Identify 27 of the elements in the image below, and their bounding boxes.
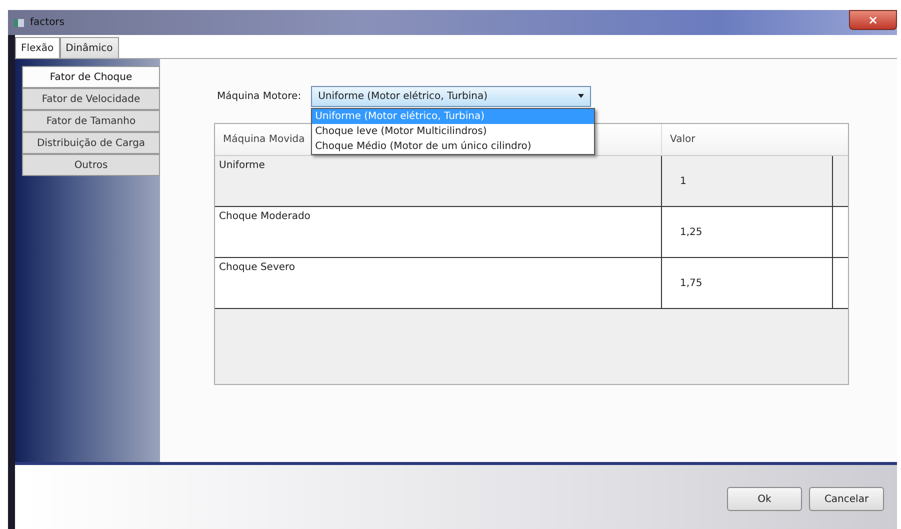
window-icon [14,18,24,26]
sidebar-item[interactable]: Fator de Velocidade [22,88,160,110]
table-cell: 1,75 [680,278,702,288]
caret-icon [578,94,584,98]
window-title: factors [30,17,65,28]
table-cell: 1 [680,176,686,186]
sidebar-item[interactable]: Fator de Choque [22,66,160,88]
table-cell: 1,25 [680,226,702,238]
table-cell: Choque Moderado [219,211,310,222]
field-label: Máquina Motore: [217,90,302,102]
table-cell: Uniforme [219,160,265,171]
dialog-button[interactable]: Cancelar [809,487,884,511]
dropdown[interactable]: Uniforme (Motor elétrico, Turbina) [311,86,592,106]
dropdown-option[interactable]: Choque Médio (Motor de um único cilindro) [312,138,594,154]
column-header[interactable]: Valor [661,124,833,155]
table-row[interactable]: Choque Severo 1,75 [215,258,848,309]
table-cell: Choque Severo [219,262,296,273]
sidebar-item[interactable]: Outros [22,154,160,176]
sidebar-item[interactable]: Distribuição de Carga [22,132,160,154]
table-row[interactable]: Choque Moderado 1,25 [215,207,848,258]
dropdown-option[interactable]: Choque leve (Motor Multicilindros) [312,124,594,138]
tab[interactable]: Flexão [15,37,60,58]
close-button[interactable]: × [849,10,897,30]
dialog-button[interactable]: Ok [727,487,802,511]
table-row[interactable]: Uniforme 1 [215,156,848,207]
tab[interactable]: Dinâmico [60,37,119,58]
sidebar-item[interactable]: Fator de Tamanho [22,110,160,132]
